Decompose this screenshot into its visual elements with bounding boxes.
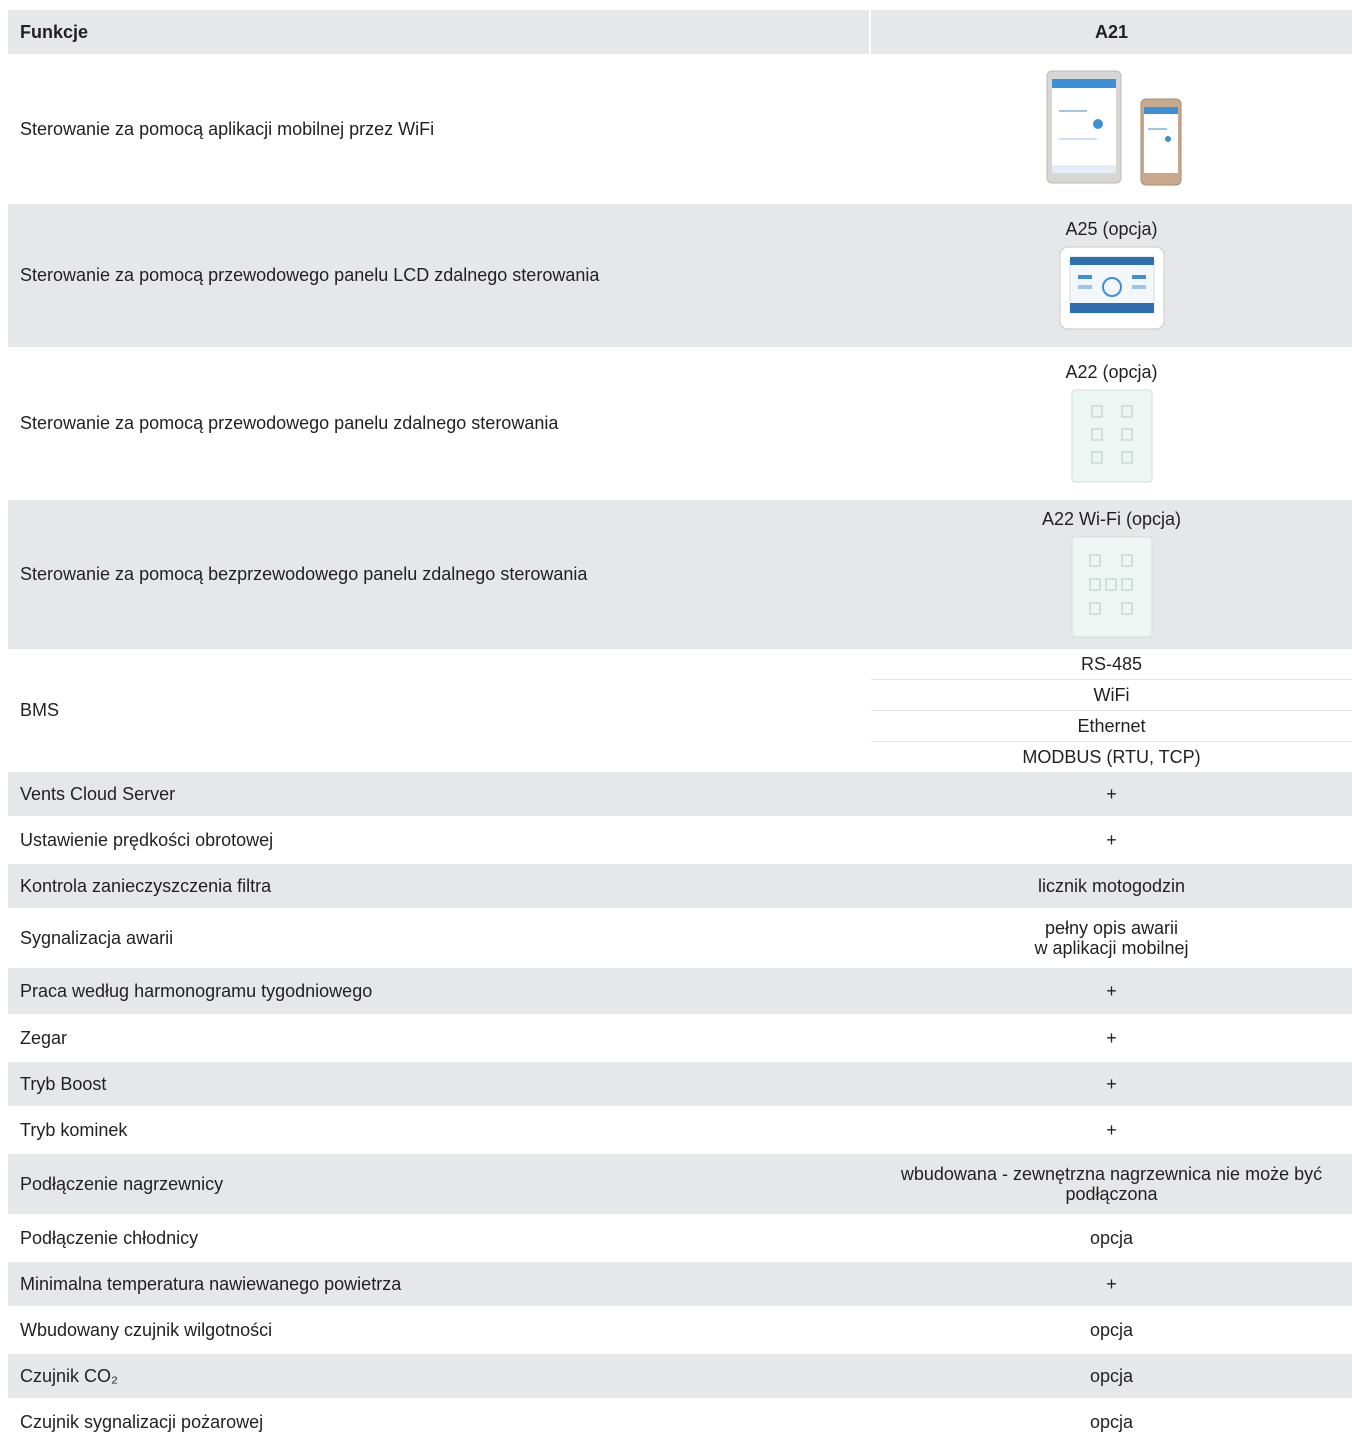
value-cell: opcja — [871, 1354, 1352, 1398]
value-cell: + — [871, 772, 1352, 816]
value-cell: + — [871, 968, 1352, 1014]
value-cell: + — [871, 1106, 1352, 1154]
device-label: A22 Wi-Fi (opcja) — [1041, 508, 1182, 529]
feature-label: Sygnalizacja awarii — [8, 908, 869, 968]
value-line: w aplikacji mobilnej — [1034, 938, 1189, 958]
value-cell: A25 (opcja) — [871, 204, 1352, 347]
value-cell: RS-485 WiFi Ethernet MODBUS (RTU, TCP) — [871, 649, 1352, 772]
table-row: Ustawienie prędkości obrotowej + — [8, 816, 1352, 864]
value-line: podłączona — [1065, 1184, 1158, 1204]
value-cell: + — [871, 1262, 1352, 1306]
value-cell: A22 Wi-Fi (opcja) — [871, 500, 1352, 649]
table-row: Minimalna temperatura nawiewanego powiet… — [8, 1262, 1352, 1306]
feature-label: Minimalna temperatura nawiewanego powiet… — [8, 1262, 869, 1306]
table-row: Sygnalizacja awarii pełny opis awarii w … — [8, 908, 1352, 968]
value-cell: wbudowana - zewnętrzna nagrzewnica nie m… — [871, 1154, 1352, 1214]
feature-label: Czujnik CO₂ — [8, 1354, 869, 1398]
feature-label: Kontrola zanieczyszczenia filtra — [8, 864, 869, 908]
table-row: Sterowanie za pomocą bezprzewodowego pan… — [8, 500, 1352, 649]
table-row: Sterowanie za pomocą przewodowego panelu… — [8, 347, 1352, 500]
value-cell: + — [871, 1014, 1352, 1062]
value-cell: licznik motogodzin — [871, 864, 1352, 908]
feature-label: Ustawienie prędkości obrotowej — [8, 816, 869, 864]
tablet-phone-image — [1046, 70, 1181, 186]
feature-label: Czujnik sygnalizacji pożarowej — [8, 1398, 869, 1446]
bms-protocol: MODBUS (RTU, TCP) — [1022, 747, 1201, 767]
bms-protocol: WiFi — [871, 680, 1352, 711]
bms-protocol: Ethernet — [871, 711, 1352, 742]
value-line: pełny opis awarii — [1044, 918, 1179, 938]
value-cell: opcja — [871, 1306, 1352, 1354]
feature-label: Wbudowany czujnik wilgotności — [8, 1306, 869, 1354]
table-row: Czujnik sygnalizacji pożarowej opcja — [8, 1398, 1352, 1446]
value-line: wbudowana - zewnętrzna nagrzewnica nie m… — [900, 1164, 1323, 1184]
feature-label: Sterowanie za pomocą przewodowego panelu… — [8, 204, 869, 347]
feature-label: Vents Cloud Server — [8, 772, 869, 816]
value-cell — [871, 54, 1352, 204]
table-row: BMS RS-485 WiFi Ethernet MODBUS (RTU, TC… — [8, 649, 1352, 772]
table-header: Funkcje A21 — [8, 10, 1352, 54]
feature-label: BMS — [8, 649, 869, 772]
feature-label: Zegar — [8, 1014, 869, 1062]
feature-label: Tryb kominek — [8, 1106, 869, 1154]
wired-panel-image — [1071, 389, 1152, 482]
device-label: A25 (opcja) — [1065, 218, 1158, 239]
table-row: Zegar + — [8, 1014, 1352, 1062]
table-row: Podłączenie chłodnicy opcja — [8, 1214, 1352, 1262]
table-row: Podłączenie nagrzewnicy wbudowana - zewn… — [8, 1154, 1352, 1214]
lcd-panel-image — [1059, 246, 1164, 329]
value-cell: + — [871, 1062, 1352, 1106]
table-row: Tryb Boost + — [8, 1062, 1352, 1106]
table-row: Sterowanie za pomocą przewodowego panelu… — [8, 204, 1352, 347]
feature-label: Sterowanie za pomocą bezprzewodowego pan… — [8, 500, 869, 649]
spec-table: Funkcje A21 Sterowanie za pomocą aplikac… — [8, 10, 1352, 1446]
value-cell: opcja — [871, 1398, 1352, 1446]
table-row: Praca według harmonogramu tygodniowego + — [8, 968, 1352, 1014]
table-row: Sterowanie za pomocą aplikacji mobilnej … — [8, 54, 1352, 204]
table-row: Wbudowany czujnik wilgotności opcja — [8, 1306, 1352, 1354]
table-row: Vents Cloud Server + — [8, 772, 1352, 816]
feature-label: Sterowanie za pomocą aplikacji mobilnej … — [8, 54, 869, 204]
feature-label: Praca według harmonogramu tygodniowego — [8, 968, 869, 1014]
value-cell: + — [871, 816, 1352, 864]
value-cell: A22 (opcja) — [871, 347, 1352, 500]
table-row: Czujnik CO₂ opcja — [8, 1354, 1352, 1398]
header-feature: Funkcje — [8, 10, 869, 54]
value-cell: pełny opis awarii w aplikacji mobilnej — [871, 908, 1352, 968]
feature-label: Tryb Boost — [8, 1062, 869, 1106]
table-row: Tryb kominek + — [8, 1106, 1352, 1154]
value-cell: opcja — [871, 1214, 1352, 1262]
bms-protocol: RS-485 — [871, 649, 1352, 680]
table-row: Kontrola zanieczyszczenia filtra licznik… — [8, 864, 1352, 908]
feature-label: Sterowanie za pomocą przewodowego panelu… — [8, 347, 869, 500]
feature-label: Podłączenie nagrzewnicy — [8, 1154, 869, 1214]
wireless-panel-image — [1071, 536, 1152, 637]
device-label: A22 (opcja) — [1065, 361, 1158, 382]
header-model: A21 — [871, 10, 1352, 54]
feature-label: Podłączenie chłodnicy — [8, 1214, 869, 1262]
